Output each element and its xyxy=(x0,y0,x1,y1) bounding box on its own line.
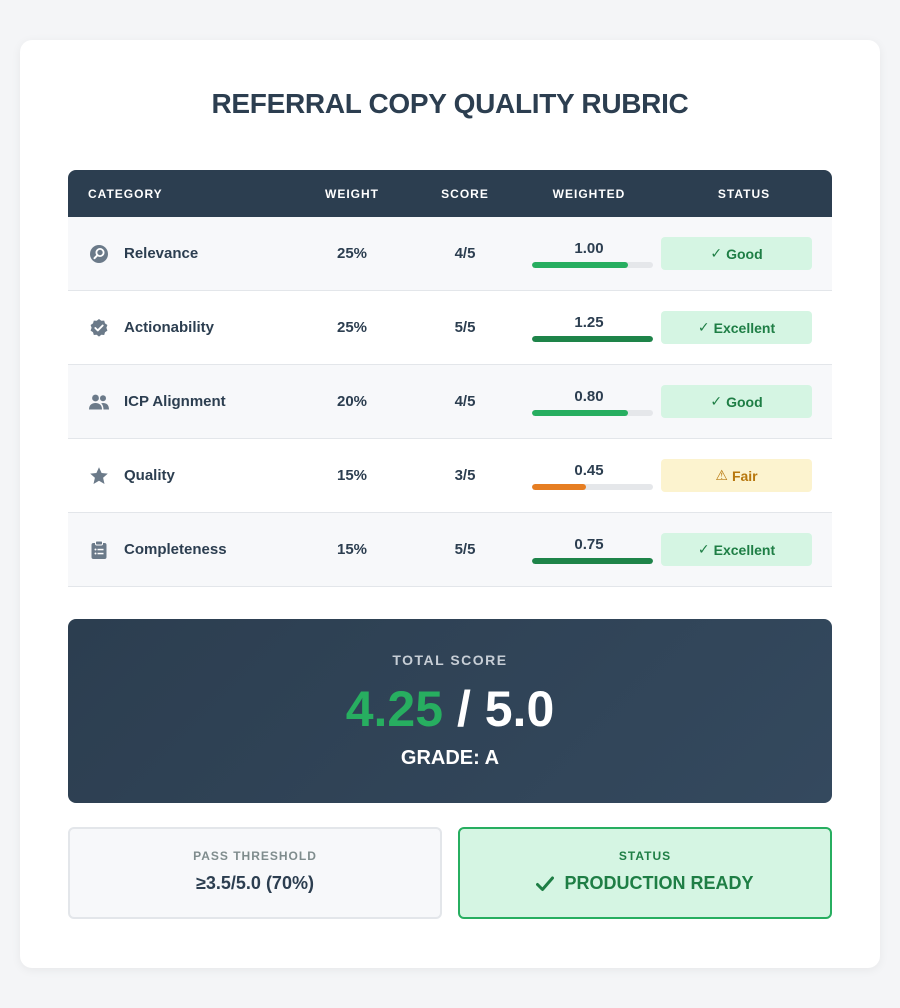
weight-cell: 15% xyxy=(336,467,368,484)
table-row: Completeness 15% 5/5 0.75 ✓ Excellent xyxy=(68,513,832,587)
weighted-value: 0.45 xyxy=(574,461,604,479)
pass-threshold-value: ≥3.5/5.0 (70%) xyxy=(196,873,314,893)
table-row: Relevance 25% 4/5 1.00 ✓ Good xyxy=(68,217,832,291)
grade-label: GRADE: A xyxy=(400,747,500,769)
header-weighted: WEIGHTED xyxy=(552,186,626,201)
table-row: ICP Alignment 20% 4/5 0.80 ✓ Good xyxy=(68,365,832,439)
weighted-cell: 0.75 xyxy=(522,536,656,564)
category-cell: Quality xyxy=(68,465,296,487)
people-icon xyxy=(88,391,110,413)
total-score-number: 4.25 xyxy=(345,681,444,737)
check-icon: ✓ xyxy=(697,541,710,557)
verified-badge-icon xyxy=(88,317,110,339)
table-row: Actionability 25% 5/5 1.25 ✓ Excellent xyxy=(68,291,832,365)
warning-icon: ⚠ xyxy=(715,467,728,483)
weighted-bar-fill xyxy=(531,483,586,490)
star-icon xyxy=(88,465,110,487)
status-text: Excellent xyxy=(713,541,776,558)
weighted-cell: 0.80 xyxy=(522,388,656,416)
table-row: Quality 15% 3/5 0.45 ⚠ Fair xyxy=(68,439,832,513)
category-label: Completeness xyxy=(124,541,227,558)
weighted-bar xyxy=(531,261,653,268)
status-badge: ⚠ Fair xyxy=(661,459,812,492)
table-header: CATEGORY WEIGHT SCORE WEIGHTED STATUS xyxy=(68,170,832,217)
score-cell: 4/5 xyxy=(454,393,476,410)
weight-cell: 20% xyxy=(336,393,368,410)
status-text: PRODUCTION READY xyxy=(564,873,754,893)
category-cell: ICP Alignment xyxy=(68,391,296,413)
check-icon: ✓ xyxy=(710,393,723,409)
status-value: PRODUCTION READY xyxy=(460,873,830,894)
total-score-value: 4.25 / 5.0 xyxy=(68,681,832,737)
status-cell: ✓ Good xyxy=(656,237,832,270)
weight-cell: 15% xyxy=(336,541,368,558)
status-label: STATUS xyxy=(618,849,672,863)
weighted-value: 0.80 xyxy=(574,387,604,405)
page-title: REFERRAL COPY QUALITY RUBRIC xyxy=(211,88,689,119)
pass-threshold-box: PASS THRESHOLD ≥3.5/5.0 (70%) xyxy=(68,827,442,919)
score-cell: 3/5 xyxy=(454,467,476,484)
category-label: Relevance xyxy=(124,245,199,262)
search-icon xyxy=(88,243,110,265)
status-badge: ✓ Excellent xyxy=(661,533,812,566)
weighted-bar-fill xyxy=(531,261,629,268)
status-text: Excellent xyxy=(713,319,776,336)
status-cell: ✓ Good xyxy=(656,385,832,418)
total-score-max: 5.0 xyxy=(484,681,555,737)
status-text: Good xyxy=(726,393,763,410)
weighted-value: 1.25 xyxy=(574,313,604,331)
weight-cell: 25% xyxy=(336,319,368,336)
score-cell: 4/5 xyxy=(454,245,476,262)
check-icon xyxy=(536,876,555,892)
category-label: Quality xyxy=(124,467,175,484)
weighted-cell: 1.00 xyxy=(522,240,656,268)
header-score: SCORE xyxy=(441,186,489,201)
status-text: Good xyxy=(726,245,763,262)
status-box: STATUS PRODUCTION READY xyxy=(458,827,832,919)
rubric-table: CATEGORY WEIGHT SCORE WEIGHTED STATUS Re… xyxy=(68,170,832,587)
status-text: Fair xyxy=(731,467,758,484)
total-score-separator: / xyxy=(443,681,485,737)
status-cell: ✓ Excellent xyxy=(656,533,832,566)
weighted-bar xyxy=(531,409,653,416)
weighted-bar xyxy=(531,335,653,342)
check-icon: ✓ xyxy=(697,319,710,335)
status-badge: ✓ Good xyxy=(661,385,812,418)
score-cell: 5/5 xyxy=(454,541,476,558)
header-status: STATUS xyxy=(717,186,771,201)
header-category: CATEGORY xyxy=(88,186,163,201)
weighted-cell: 1.25 xyxy=(522,314,656,342)
status-badge: ✓ Good xyxy=(661,237,812,270)
weight-cell: 25% xyxy=(336,245,368,262)
category-label: ICP Alignment xyxy=(124,393,226,410)
weighted-bar-fill xyxy=(531,409,629,416)
check-icon: ✓ xyxy=(710,245,723,261)
clipboard-icon xyxy=(88,539,110,561)
weighted-value: 0.75 xyxy=(574,535,604,553)
status-cell: ⚠ Fair xyxy=(656,459,832,492)
total-score-panel: TOTAL SCORE 4.25 / 5.0 GRADE: A xyxy=(68,619,832,803)
weighted-value: 1.00 xyxy=(574,239,604,257)
pass-threshold-label: PASS THRESHOLD xyxy=(193,849,317,863)
weighted-cell: 0.45 xyxy=(522,462,656,490)
weighted-bar-fill xyxy=(531,335,653,342)
category-label: Actionability xyxy=(124,319,215,336)
category-cell: Actionability xyxy=(68,317,296,339)
weighted-bar-fill xyxy=(531,557,653,564)
rubric-card: REFERRAL COPY QUALITY RUBRIC CATEGORY WE… xyxy=(20,40,880,968)
status-badge: ✓ Excellent xyxy=(661,311,812,344)
total-score-label: TOTAL SCORE xyxy=(392,652,508,668)
status-cell: ✓ Excellent xyxy=(656,311,832,344)
header-weight: WEIGHT xyxy=(325,186,379,201)
weighted-bar xyxy=(531,557,653,564)
score-cell: 5/5 xyxy=(454,319,476,336)
weighted-bar xyxy=(531,483,653,490)
category-cell: Completeness xyxy=(68,539,296,561)
category-cell: Relevance xyxy=(68,243,296,265)
